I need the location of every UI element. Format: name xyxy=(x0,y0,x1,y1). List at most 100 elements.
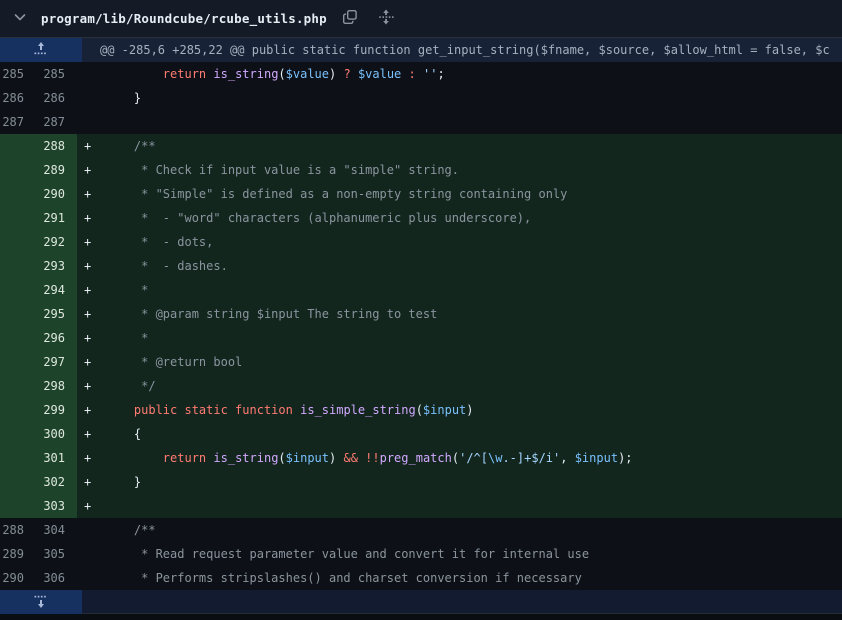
old-line-number[interactable] xyxy=(0,470,38,494)
new-line-number[interactable]: 291 xyxy=(38,206,77,230)
old-line-number[interactable] xyxy=(0,350,38,374)
old-line-number[interactable] xyxy=(0,302,38,326)
new-line-number[interactable]: 292 xyxy=(38,230,77,254)
old-line-number[interactable] xyxy=(0,422,38,446)
diff-row: 292+ * - dots, xyxy=(0,230,842,254)
old-line-number[interactable]: 287 xyxy=(0,110,38,134)
old-line-number[interactable] xyxy=(0,398,38,422)
new-line-number[interactable]: 293 xyxy=(38,254,77,278)
new-line-number[interactable]: 305 xyxy=(38,542,77,566)
code-line xyxy=(77,110,842,134)
code-line: + * - dashes. xyxy=(77,254,842,278)
code-cell: + * "Simple" is defined as a non-empty s… xyxy=(77,182,842,206)
new-line-number[interactable]: 288 xyxy=(38,134,77,158)
file-path[interactable]: program/lib/Roundcube/rcube_utils.php xyxy=(41,11,327,26)
expand-down-button[interactable] xyxy=(0,590,82,614)
code-cell: + */ xyxy=(77,374,842,398)
diff-row: 290+ * "Simple" is defined as a non-empt… xyxy=(0,182,842,206)
diff-row: 291+ * - "word" characters (alphanumeric… xyxy=(0,206,842,230)
new-line-number[interactable]: 290 xyxy=(38,182,77,206)
diff-marker: + xyxy=(84,494,105,518)
new-line-number[interactable]: 306 xyxy=(38,566,77,590)
new-line-number[interactable]: 287 xyxy=(38,110,77,134)
copy-path-button[interactable] xyxy=(340,7,360,30)
old-line-number[interactable] xyxy=(0,446,38,470)
code-line: + /** xyxy=(77,134,842,158)
new-line-number[interactable]: 301 xyxy=(38,446,77,470)
expand-all-button[interactable] xyxy=(376,7,396,30)
diff-row: 289+ * Check if input value is a "simple… xyxy=(0,158,842,182)
diff-marker: + xyxy=(84,398,105,422)
expand-up-button[interactable] xyxy=(0,38,82,62)
code-cell: } xyxy=(77,86,842,110)
old-line-number[interactable] xyxy=(0,182,38,206)
new-line-number[interactable]: 297 xyxy=(38,350,77,374)
new-line-number[interactable]: 296 xyxy=(38,326,77,350)
diff-marker: + xyxy=(84,326,105,350)
old-line-number[interactable] xyxy=(0,134,38,158)
old-line-number[interactable]: 285 xyxy=(0,62,38,86)
old-line-number[interactable]: 289 xyxy=(0,542,38,566)
old-line-number[interactable] xyxy=(0,230,38,254)
old-line-number[interactable] xyxy=(0,278,38,302)
old-line-number[interactable] xyxy=(0,158,38,182)
new-line-number[interactable]: 285 xyxy=(38,62,77,86)
code-cell: + * @param string $input The string to t… xyxy=(77,302,842,326)
diff-marker xyxy=(84,86,105,110)
old-line-number[interactable]: 286 xyxy=(0,86,38,110)
new-line-number[interactable]: 302 xyxy=(38,470,77,494)
new-line-number[interactable]: 295 xyxy=(38,302,77,326)
code-cell: + * @return bool xyxy=(77,350,842,374)
expand-footer-row xyxy=(0,590,842,614)
code-line: + public static function is_simple_strin… xyxy=(77,398,842,422)
diff-marker: + xyxy=(84,182,105,206)
old-line-number[interactable] xyxy=(0,206,38,230)
new-line-number[interactable]: 286 xyxy=(38,86,77,110)
diff-row: 302+ } xyxy=(0,470,842,494)
expand-up-icon xyxy=(33,41,49,60)
code-line: + xyxy=(77,494,842,518)
old-line-number[interactable] xyxy=(0,326,38,350)
new-line-number[interactable]: 303 xyxy=(38,494,77,518)
collapse-file-button[interactable] xyxy=(10,7,30,30)
old-line-number[interactable] xyxy=(0,374,38,398)
old-line-number[interactable] xyxy=(0,254,38,278)
code-line: + * Check if input value is a "simple" s… xyxy=(77,158,842,182)
new-line-number[interactable]: 300 xyxy=(38,422,77,446)
diff-marker: + xyxy=(84,350,105,374)
code-cell xyxy=(77,110,842,134)
code-cell: + * - dashes. xyxy=(77,254,842,278)
diff-row: 297+ * @return bool xyxy=(0,350,842,374)
code-cell: + * - dots, xyxy=(77,230,842,254)
diff-marker xyxy=(84,518,105,542)
diff-marker: + xyxy=(84,158,105,182)
diff-marker xyxy=(84,566,105,590)
new-line-number[interactable]: 289 xyxy=(38,158,77,182)
diff-row: 290306 * Performs stripslashes() and cha… xyxy=(0,566,842,590)
code-cell: + } xyxy=(77,470,842,494)
new-line-number[interactable]: 298 xyxy=(38,374,77,398)
old-line-number[interactable]: 290 xyxy=(0,566,38,590)
code-cell: + * xyxy=(77,326,842,350)
code-line: + */ xyxy=(77,374,842,398)
page-background xyxy=(0,614,842,620)
new-line-number[interactable]: 294 xyxy=(38,278,77,302)
code-line: + * - "word" characters (alphanumeric pl… xyxy=(77,206,842,230)
code-cell: * Read request parameter value and conve… xyxy=(77,542,842,566)
new-line-number[interactable]: 299 xyxy=(38,398,77,422)
code-line: + { xyxy=(77,422,842,446)
code-cell: + public static function is_simple_strin… xyxy=(77,398,842,422)
diff-row: 301+ return is_string($input) && !!preg_… xyxy=(0,446,842,470)
diff-marker: + xyxy=(84,278,105,302)
code-cell: + * - "word" characters (alphanumeric pl… xyxy=(77,206,842,230)
diff-row: 303 + xyxy=(0,494,842,518)
diff-marker: + xyxy=(84,230,105,254)
code-line: + * @return bool xyxy=(77,350,842,374)
old-line-number[interactable] xyxy=(0,494,38,518)
diff-row: 295+ * @param string $input The string t… xyxy=(0,302,842,326)
diff-marker: + xyxy=(84,134,105,158)
new-line-number[interactable]: 304 xyxy=(38,518,77,542)
old-line-number[interactable]: 288 xyxy=(0,518,38,542)
code-cell: + * Check if input value is a "simple" s… xyxy=(77,158,842,182)
diff-marker: + xyxy=(84,206,105,230)
